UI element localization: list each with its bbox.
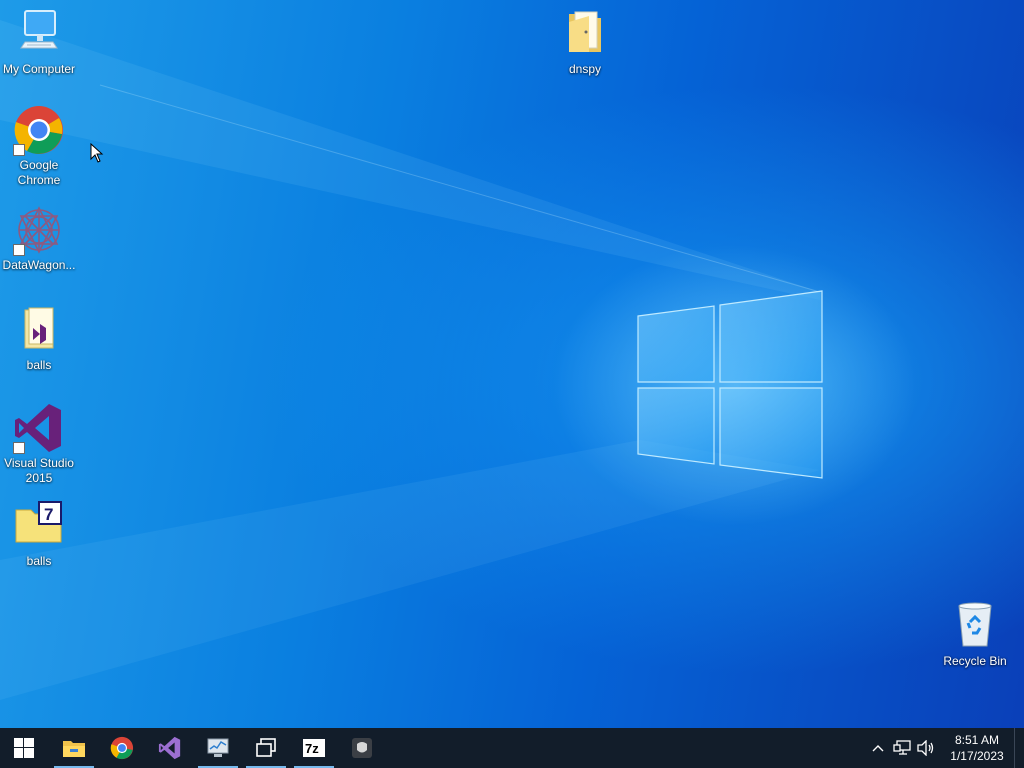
- desktop-icon-label: Google: [19, 158, 59, 172]
- desktop-icon-label: 2015: [25, 471, 53, 485]
- taskbar-system-monitor-button[interactable]: [194, 728, 242, 768]
- 7zip-icon: 7z: [303, 739, 325, 757]
- datawagon-icon: [13, 204, 65, 256]
- show-hidden-icons-button[interactable]: [866, 728, 890, 768]
- chevron-up-icon: [872, 745, 884, 752]
- volume-button[interactable]: [914, 728, 938, 768]
- clock-date: 1/17/2023: [950, 749, 1004, 763]
- 7zip-icon-text: 7z: [305, 741, 319, 756]
- desktop-icon-label: Recycle Bin: [943, 654, 1007, 668]
- desktop-icon-my-computer[interactable]: My Computer: [0, 8, 78, 77]
- vs-project-file-icon: [13, 304, 65, 356]
- desktop-icon-datawagon[interactable]: DataWagon...: [0, 204, 78, 273]
- desktop-icon-recycle-bin[interactable]: Recycle Bin: [936, 600, 1014, 669]
- windows-wallpaper-logo: [637, 290, 823, 479]
- folder-icon: [559, 8, 611, 60]
- desktop-icon-label: balls: [26, 358, 52, 372]
- shortcut-arrow-icon: [13, 442, 25, 454]
- recycle-bin-icon: [949, 600, 1001, 652]
- desktop[interactable]: My Computer Google Chrome DataWagon... b…: [0, 0, 1024, 728]
- wallpaper-beams: [0, 20, 821, 700]
- desktop-icon-google-chrome[interactable]: Google Chrome: [0, 104, 78, 188]
- system-tray: 8:51 AM 1/17/2023: [866, 728, 1008, 768]
- network-icon: [893, 740, 911, 755]
- taskbar-chrome-button[interactable]: [98, 728, 146, 768]
- task-view-icon: [256, 738, 276, 757]
- shortcut-arrow-icon: [13, 144, 25, 156]
- desktop-icon-visual-studio-2015[interactable]: Visual Studio 2015: [0, 402, 78, 486]
- show-desktop-button[interactable]: [1014, 728, 1024, 768]
- desktop-icon-label: Chrome: [17, 173, 61, 187]
- taskbar: 7z 8:51 AM 1/17/2023: [0, 728, 1024, 768]
- network-button[interactable]: [890, 728, 914, 768]
- shortcut-arrow-icon: [13, 244, 25, 256]
- desktop-icon-dnspy[interactable]: dnspy: [546, 8, 624, 77]
- taskbar-visual-studio-button[interactable]: [146, 728, 194, 768]
- chrome-icon: [13, 104, 65, 156]
- desktop-icon-label: balls: [26, 554, 52, 568]
- svg-text:7: 7: [44, 505, 53, 524]
- taskbar-clock[interactable]: 8:51 AM 1/17/2023: [946, 732, 1008, 764]
- taskbar-7zip-button[interactable]: 7z: [290, 728, 338, 768]
- taskbar-app-button[interactable]: [338, 728, 386, 768]
- speaker-icon: [917, 740, 934, 756]
- desktop-icon-balls-project[interactable]: balls: [0, 304, 78, 373]
- visual-studio-icon: [13, 402, 65, 454]
- desktop-icon-label: Visual Studio: [4, 456, 74, 470]
- desktop-icon-balls-archive[interactable]: 7 balls: [0, 500, 78, 569]
- 7zip-archive-icon: 7: [13, 500, 65, 552]
- mouse-cursor-icon: [90, 143, 104, 163]
- taskbar-task-view-button[interactable]: [242, 728, 290, 768]
- taskbar-file-explorer-button[interactable]: [50, 728, 98, 768]
- visual-studio-icon: [158, 736, 181, 760]
- desktop-icon-label: dnspy: [568, 62, 602, 76]
- clock-time: 8:51 AM: [954, 733, 1000, 747]
- system-monitor-icon: [207, 738, 229, 757]
- start-button[interactable]: [0, 728, 48, 768]
- file-explorer-icon: [63, 741, 85, 757]
- desktop-icon-label: My Computer: [2, 62, 76, 76]
- desktop-icon-label: DataWagon...: [2, 258, 76, 272]
- chrome-icon: [110, 736, 134, 760]
- windows-start-icon: [14, 738, 34, 758]
- generic-app-icon: [352, 738, 372, 758]
- computer-icon: [13, 8, 65, 60]
